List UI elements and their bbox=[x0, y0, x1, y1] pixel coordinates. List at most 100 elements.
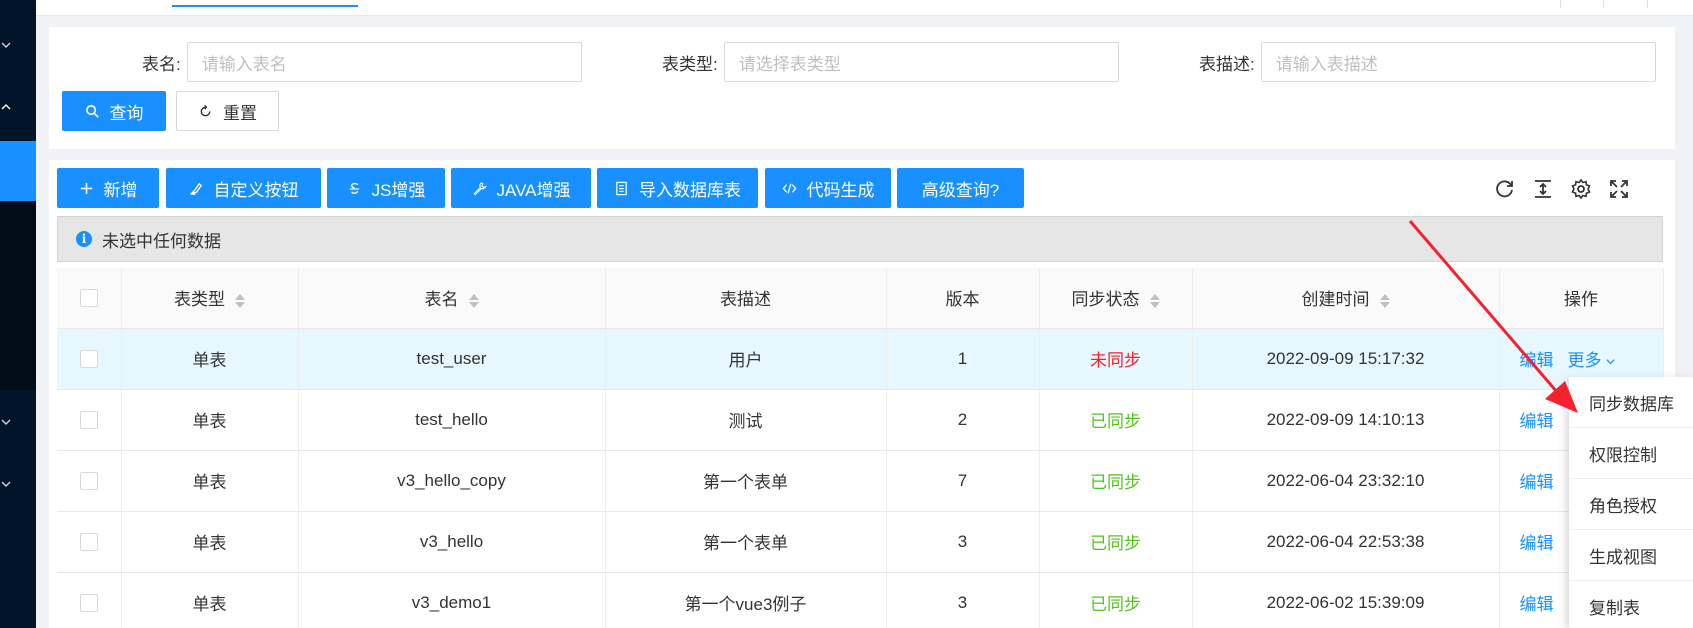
search-icon bbox=[85, 104, 99, 118]
chevron-down-icon[interactable] bbox=[0, 35, 12, 55]
sort-icon[interactable] bbox=[468, 293, 479, 309]
select-all-checkbox-cell bbox=[57, 268, 122, 329]
menu-item-sync-database[interactable]: 同步数据库 bbox=[1569, 377, 1693, 428]
sort-icon[interactable] bbox=[235, 293, 245, 309]
cell-created: 2022-09-09 15:17:32 bbox=[1192, 328, 1500, 390]
table-desc-label: 表描述: bbox=[1199, 54, 1255, 74]
table-header-row: 表类型 表名 表描述 版本 同步状态 创建时间 操作 bbox=[57, 268, 1664, 329]
plus-icon bbox=[80, 182, 92, 194]
menu-item-role-authorization[interactable]: 角色授权 bbox=[1569, 479, 1693, 530]
table-row[interactable]: 单表 v3_hello 第一个表单 3 已同步 2022-06-04 22:53… bbox=[57, 511, 1664, 573]
strikethrough-icon bbox=[349, 182, 359, 194]
column-header-created[interactable]: 创建时间 bbox=[1192, 268, 1500, 329]
column-header-label: 操作 bbox=[1564, 290, 1598, 310]
cell-version: 3 bbox=[886, 511, 1040, 573]
divider bbox=[1603, 0, 1604, 8]
sidebar-active-item[interactable] bbox=[0, 141, 36, 201]
more-dropdown-menu: 同步数据库 权限控制 角色授权 生成视图 复制表 bbox=[1569, 377, 1693, 628]
reset-button[interactable]: 重置 bbox=[176, 91, 279, 131]
chevron-down-icon[interactable] bbox=[0, 474, 12, 494]
table-row[interactable]: 单表 v3_hello_copy 第一个表单 7 已同步 2022-06-04 … bbox=[57, 450, 1664, 512]
import-db-table-label: 导入数据库表 bbox=[639, 180, 741, 200]
cell-desc: 第一个表单 bbox=[605, 450, 887, 512]
add-button[interactable]: 新增 bbox=[57, 168, 159, 208]
chevron-down-icon[interactable] bbox=[0, 412, 12, 432]
cell-name: v3_hello_copy bbox=[298, 450, 606, 512]
selection-alert-text: 未选中任何数据 bbox=[102, 231, 221, 251]
cell-type: 单表 bbox=[121, 389, 299, 451]
more-dropdown-trigger[interactable]: 更多 bbox=[1568, 351, 1616, 370]
sort-icon[interactable] bbox=[1149, 293, 1160, 309]
table-row[interactable]: 单表 test_user 用户 1 未同步 2022-09-09 15:17:3… bbox=[57, 328, 1664, 390]
cell-type: 单表 bbox=[121, 328, 299, 390]
cell-name: test_hello bbox=[298, 389, 606, 451]
column-header-name[interactable]: 表名 bbox=[298, 268, 606, 329]
cell-sync-status: 未同步 bbox=[1039, 328, 1193, 390]
sort-icon[interactable] bbox=[1379, 293, 1390, 309]
edit-link[interactable]: 编辑 bbox=[1520, 534, 1554, 553]
table-type-label: 表类型: bbox=[662, 54, 718, 74]
column-header-type[interactable]: 表类型 bbox=[121, 268, 299, 329]
chevron-up-icon[interactable] bbox=[0, 97, 12, 117]
custom-button-button[interactable]: 自定义按钮 bbox=[166, 168, 321, 208]
import-db-table-button[interactable]: 导入数据库表 bbox=[597, 168, 758, 208]
table-row[interactable]: 单表 test_hello 测试 2 已同步 2022-09-09 14:10:… bbox=[57, 389, 1664, 451]
select-all-checkbox[interactable] bbox=[79, 289, 98, 308]
row-checkbox[interactable] bbox=[79, 472, 98, 491]
code-generate-label: 代码生成 bbox=[806, 180, 875, 200]
cell-created: 2022-06-02 15:39:09 bbox=[1192, 572, 1500, 628]
column-height-icon[interactable] bbox=[1532, 178, 1554, 200]
row-checkbox[interactable] bbox=[79, 533, 98, 552]
divider bbox=[1560, 0, 1561, 8]
row-checkbox-cell bbox=[57, 328, 122, 390]
cell-desc: 第一个vue3例子 bbox=[605, 572, 887, 628]
reset-button-label: 重置 bbox=[223, 103, 257, 123]
advanced-query-button[interactable]: 高级查询? bbox=[897, 168, 1024, 208]
cell-desc: 用户 bbox=[605, 328, 887, 390]
data-table: 表类型 表名 表描述 版本 同步状态 创建时间 操作 单表 test_user … bbox=[57, 268, 1664, 628]
cell-desc: 测试 bbox=[605, 389, 887, 451]
refresh-icon[interactable] bbox=[1494, 178, 1516, 200]
js-enhance-button[interactable]: JS增强 bbox=[327, 168, 445, 208]
table-panel: 新增 自定义按钮 JS增强 JAVA增强 导入数据库表 代码生成 高级查询? i… bbox=[49, 160, 1675, 628]
column-header-sync-status[interactable]: 同步状态 bbox=[1039, 268, 1193, 329]
cell-type: 单表 bbox=[121, 572, 299, 628]
java-enhance-label: JAVA增强 bbox=[496, 180, 571, 200]
cell-version: 2 bbox=[886, 389, 1040, 451]
edit-link[interactable]: 编辑 bbox=[1520, 351, 1554, 370]
table-row[interactable]: 单表 v3_demo1 第一个vue3例子 3 已同步 2022-06-02 1… bbox=[57, 572, 1664, 628]
selection-alert: i 未选中任何数据 bbox=[57, 216, 1663, 262]
tab-bar bbox=[36, 0, 1693, 16]
fullscreen-icon[interactable] bbox=[1608, 178, 1630, 200]
row-checkbox[interactable] bbox=[79, 594, 98, 613]
column-header-label: 创建时间 bbox=[1301, 290, 1370, 310]
advanced-query-label: 高级查询? bbox=[921, 180, 1000, 200]
divider bbox=[1647, 0, 1648, 8]
edit-link[interactable]: 编辑 bbox=[1520, 412, 1554, 431]
row-checkbox[interactable] bbox=[79, 411, 98, 430]
menu-item-generate-view[interactable]: 生成视图 bbox=[1569, 530, 1693, 581]
sidebar-submenu bbox=[0, 201, 36, 390]
sidebar bbox=[0, 0, 36, 628]
query-button[interactable]: 查询 bbox=[62, 91, 166, 131]
menu-item-permission-control[interactable]: 权限控制 bbox=[1569, 428, 1693, 479]
cell-version: 1 bbox=[886, 328, 1040, 390]
row-checkbox-cell bbox=[57, 389, 122, 451]
java-enhance-button[interactable]: JAVA增强 bbox=[451, 168, 591, 208]
edit-link[interactable]: 编辑 bbox=[1520, 473, 1554, 492]
code-generate-button[interactable]: 代码生成 bbox=[765, 168, 891, 208]
cell-sync-status: 已同步 bbox=[1039, 572, 1193, 628]
table-desc-input[interactable]: 请输入表描述 bbox=[1260, 42, 1656, 82]
column-header-desc: 表描述 bbox=[605, 268, 887, 329]
menu-item-copy-table[interactable]: 复制表 bbox=[1569, 581, 1693, 628]
active-tab-indicator[interactable] bbox=[172, 5, 358, 7]
table-type-select[interactable]: 请选择表类型 bbox=[723, 42, 1119, 82]
cell-sync-status: 已同步 bbox=[1039, 389, 1193, 451]
cell-type: 单表 bbox=[121, 450, 299, 512]
cell-desc: 第一个表单 bbox=[605, 511, 887, 573]
cell-created: 2022-06-04 23:32:10 bbox=[1192, 450, 1500, 512]
row-checkbox[interactable] bbox=[79, 350, 98, 369]
table-name-input[interactable]: 请输入表名 bbox=[186, 42, 582, 82]
setting-icon[interactable] bbox=[1570, 178, 1592, 200]
edit-link[interactable]: 编辑 bbox=[1520, 595, 1554, 614]
